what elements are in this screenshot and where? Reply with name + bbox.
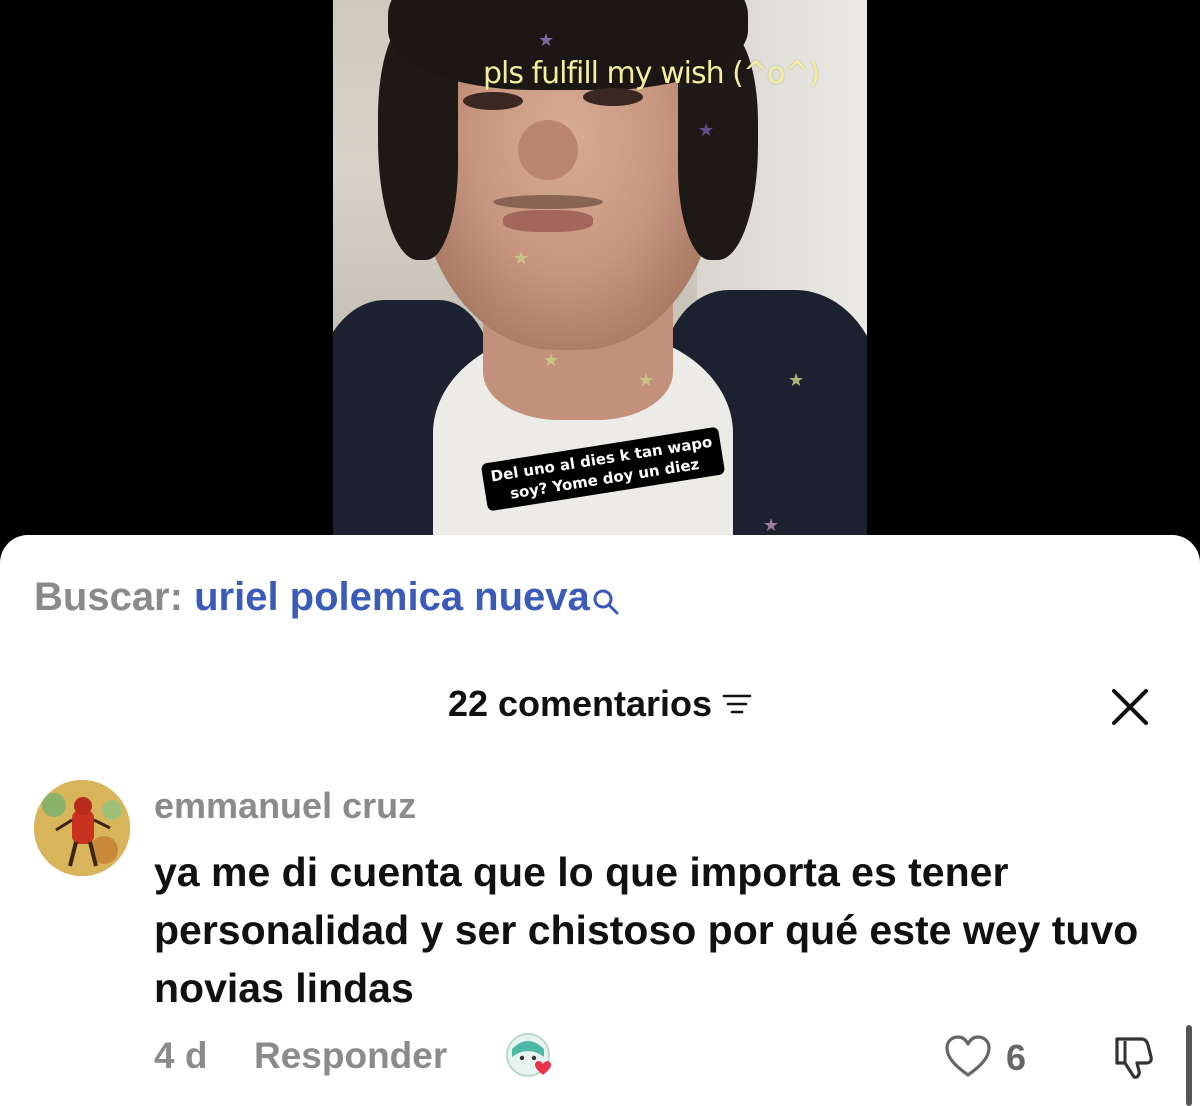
star-sticker-icon: ★ <box>513 248 530 269</box>
video-player[interactable]: ★ ★ ★ ★ ★ ★ ★ pls fulfill my wish (^o^) … <box>0 0 1200 560</box>
search-term-link[interactable]: uriel polemica nueva <box>194 575 590 619</box>
comments-sheet: Buscar: uriel polemica nueva 22 comentar… <box>0 535 1200 1106</box>
like-count: 6 <box>1006 1037 1027 1078</box>
heart-icon[interactable] <box>944 1035 992 1079</box>
star-sticker-icon: ★ <box>788 370 805 391</box>
scrollbar[interactable] <box>1186 1025 1192 1106</box>
star-sticker-icon: ★ <box>543 350 560 371</box>
star-sticker-icon: ★ <box>698 120 715 141</box>
creator-liked-avatar-icon <box>504 1031 556 1083</box>
comment-text: ya me di cuenta que lo que importa es te… <box>154 849 1139 1011</box>
comments-header: 22 comentarios <box>0 683 1200 725</box>
search-icon[interactable] <box>592 581 620 626</box>
comments-count: 22 comentarios <box>447 683 713 724</box>
video-frame[interactable]: ★ ★ ★ ★ ★ ★ ★ pls fulfill my wish (^o^) … <box>333 0 867 545</box>
star-sticker-icon: ★ <box>638 370 655 391</box>
star-sticker-icon: ★ <box>763 515 780 536</box>
close-icon[interactable] <box>1108 685 1152 729</box>
video-mouth <box>503 210 593 232</box>
video-caption-top: pls fulfill my wish (^o^) <box>483 56 820 91</box>
search-suggestion[interactable]: Buscar: uriel polemica nueva <box>34 575 620 626</box>
avatar[interactable] <box>34 780 130 876</box>
reply-button[interactable]: Responder <box>254 1035 447 1077</box>
video-eye-left <box>463 92 523 110</box>
comment-time: 4 d <box>154 1035 208 1076</box>
video-mustache <box>493 195 603 209</box>
search-prefix: Buscar: <box>34 575 183 619</box>
video-nose <box>518 120 578 180</box>
comment-username[interactable]: emmanuel cruz <box>154 785 416 827</box>
filter-icon[interactable] <box>722 683 752 725</box>
star-sticker-icon: ★ <box>538 30 555 51</box>
thumbs-down-icon[interactable] <box>1109 1033 1157 1081</box>
